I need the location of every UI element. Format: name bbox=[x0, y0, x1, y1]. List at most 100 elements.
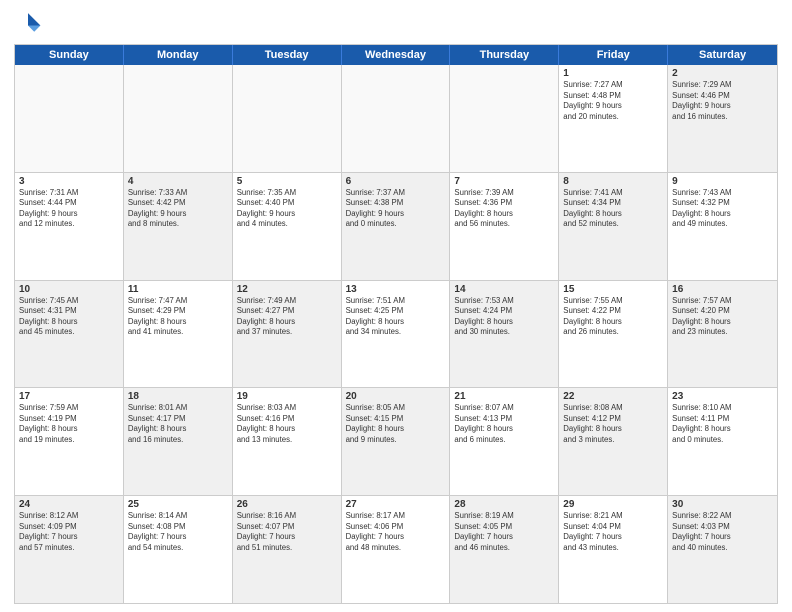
day-info: Sunrise: 7:45 AM Sunset: 4:31 PM Dayligh… bbox=[19, 296, 119, 338]
calendar-weekday-saturday: Saturday bbox=[668, 45, 777, 65]
calendar-day-24: 24Sunrise: 8:12 AM Sunset: 4:09 PM Dayli… bbox=[15, 496, 124, 603]
calendar-row-4: 24Sunrise: 8:12 AM Sunset: 4:09 PM Dayli… bbox=[15, 496, 777, 603]
calendar-empty-cell bbox=[124, 65, 233, 172]
day-info: Sunrise: 7:43 AM Sunset: 4:32 PM Dayligh… bbox=[672, 188, 773, 230]
calendar-empty-cell bbox=[450, 65, 559, 172]
calendar-row-1: 3Sunrise: 7:31 AM Sunset: 4:44 PM Daylig… bbox=[15, 173, 777, 281]
day-info: Sunrise: 8:19 AM Sunset: 4:05 PM Dayligh… bbox=[454, 511, 554, 553]
calendar-day-9: 9Sunrise: 7:43 AM Sunset: 4:32 PM Daylig… bbox=[668, 173, 777, 280]
calendar-weekday-monday: Monday bbox=[124, 45, 233, 65]
calendar-day-23: 23Sunrise: 8:10 AM Sunset: 4:11 PM Dayli… bbox=[668, 388, 777, 495]
day-number: 26 bbox=[237, 499, 337, 510]
calendar-day-14: 14Sunrise: 7:53 AM Sunset: 4:24 PM Dayli… bbox=[450, 281, 559, 388]
day-info: Sunrise: 7:31 AM Sunset: 4:44 PM Dayligh… bbox=[19, 188, 119, 230]
day-number: 16 bbox=[672, 284, 773, 295]
calendar-weekday-friday: Friday bbox=[559, 45, 668, 65]
day-info: Sunrise: 8:22 AM Sunset: 4:03 PM Dayligh… bbox=[672, 511, 773, 553]
day-info: Sunrise: 8:01 AM Sunset: 4:17 PM Dayligh… bbox=[128, 403, 228, 445]
top-section bbox=[14, 10, 778, 38]
day-info: Sunrise: 8:05 AM Sunset: 4:15 PM Dayligh… bbox=[346, 403, 446, 445]
day-number: 14 bbox=[454, 284, 554, 295]
calendar-day-8: 8Sunrise: 7:41 AM Sunset: 4:34 PM Daylig… bbox=[559, 173, 668, 280]
calendar-empty-cell bbox=[233, 65, 342, 172]
day-number: 5 bbox=[237, 176, 337, 187]
day-number: 29 bbox=[563, 499, 663, 510]
day-number: 1 bbox=[563, 68, 663, 79]
day-number: 8 bbox=[563, 176, 663, 187]
day-info: Sunrise: 8:10 AM Sunset: 4:11 PM Dayligh… bbox=[672, 403, 773, 445]
day-info: Sunrise: 7:59 AM Sunset: 4:19 PM Dayligh… bbox=[19, 403, 119, 445]
day-info: Sunrise: 7:41 AM Sunset: 4:34 PM Dayligh… bbox=[563, 188, 663, 230]
day-info: Sunrise: 8:14 AM Sunset: 4:08 PM Dayligh… bbox=[128, 511, 228, 553]
day-info: Sunrise: 7:29 AM Sunset: 4:46 PM Dayligh… bbox=[672, 80, 773, 122]
calendar-day-30: 30Sunrise: 8:22 AM Sunset: 4:03 PM Dayli… bbox=[668, 496, 777, 603]
day-number: 25 bbox=[128, 499, 228, 510]
calendar-row-3: 17Sunrise: 7:59 AM Sunset: 4:19 PM Dayli… bbox=[15, 388, 777, 496]
calendar-day-19: 19Sunrise: 8:03 AM Sunset: 4:16 PM Dayli… bbox=[233, 388, 342, 495]
calendar-day-7: 7Sunrise: 7:39 AM Sunset: 4:36 PM Daylig… bbox=[450, 173, 559, 280]
day-number: 7 bbox=[454, 176, 554, 187]
calendar-day-3: 3Sunrise: 7:31 AM Sunset: 4:44 PM Daylig… bbox=[15, 173, 124, 280]
day-number: 18 bbox=[128, 391, 228, 402]
day-number: 17 bbox=[19, 391, 119, 402]
day-number: 2 bbox=[672, 68, 773, 79]
day-info: Sunrise: 7:37 AM Sunset: 4:38 PM Dayligh… bbox=[346, 188, 446, 230]
calendar-row-0: 1Sunrise: 7:27 AM Sunset: 4:48 PM Daylig… bbox=[15, 65, 777, 173]
calendar-day-15: 15Sunrise: 7:55 AM Sunset: 4:22 PM Dayli… bbox=[559, 281, 668, 388]
day-number: 20 bbox=[346, 391, 446, 402]
day-number: 23 bbox=[672, 391, 773, 402]
day-info: Sunrise: 7:47 AM Sunset: 4:29 PM Dayligh… bbox=[128, 296, 228, 338]
calendar-day-18: 18Sunrise: 8:01 AM Sunset: 4:17 PM Dayli… bbox=[124, 388, 233, 495]
calendar-day-16: 16Sunrise: 7:57 AM Sunset: 4:20 PM Dayli… bbox=[668, 281, 777, 388]
day-number: 12 bbox=[237, 284, 337, 295]
calendar-body: 1Sunrise: 7:27 AM Sunset: 4:48 PM Daylig… bbox=[15, 65, 777, 603]
calendar-day-25: 25Sunrise: 8:14 AM Sunset: 4:08 PM Dayli… bbox=[124, 496, 233, 603]
day-number: 19 bbox=[237, 391, 337, 402]
day-info: Sunrise: 7:39 AM Sunset: 4:36 PM Dayligh… bbox=[454, 188, 554, 230]
day-info: Sunrise: 8:16 AM Sunset: 4:07 PM Dayligh… bbox=[237, 511, 337, 553]
calendar-weekday-sunday: Sunday bbox=[15, 45, 124, 65]
day-info: Sunrise: 7:53 AM Sunset: 4:24 PM Dayligh… bbox=[454, 296, 554, 338]
day-info: Sunrise: 7:51 AM Sunset: 4:25 PM Dayligh… bbox=[346, 296, 446, 338]
page: SundayMondayTuesdayWednesdayThursdayFrid… bbox=[0, 0, 792, 612]
day-info: Sunrise: 8:03 AM Sunset: 4:16 PM Dayligh… bbox=[237, 403, 337, 445]
calendar-day-21: 21Sunrise: 8:07 AM Sunset: 4:13 PM Dayli… bbox=[450, 388, 559, 495]
day-info: Sunrise: 7:33 AM Sunset: 4:42 PM Dayligh… bbox=[128, 188, 228, 230]
calendar-day-6: 6Sunrise: 7:37 AM Sunset: 4:38 PM Daylig… bbox=[342, 173, 451, 280]
day-number: 30 bbox=[672, 499, 773, 510]
day-number: 6 bbox=[346, 176, 446, 187]
logo-icon bbox=[14, 10, 42, 38]
day-number: 15 bbox=[563, 284, 663, 295]
day-info: Sunrise: 8:07 AM Sunset: 4:13 PM Dayligh… bbox=[454, 403, 554, 445]
calendar-day-29: 29Sunrise: 8:21 AM Sunset: 4:04 PM Dayli… bbox=[559, 496, 668, 603]
day-info: Sunrise: 8:21 AM Sunset: 4:04 PM Dayligh… bbox=[563, 511, 663, 553]
day-info: Sunrise: 7:35 AM Sunset: 4:40 PM Dayligh… bbox=[237, 188, 337, 230]
calendar-day-10: 10Sunrise: 7:45 AM Sunset: 4:31 PM Dayli… bbox=[15, 281, 124, 388]
day-number: 27 bbox=[346, 499, 446, 510]
day-info: Sunrise: 8:08 AM Sunset: 4:12 PM Dayligh… bbox=[563, 403, 663, 445]
day-number: 22 bbox=[563, 391, 663, 402]
day-number: 4 bbox=[128, 176, 228, 187]
calendar-day-5: 5Sunrise: 7:35 AM Sunset: 4:40 PM Daylig… bbox=[233, 173, 342, 280]
calendar: SundayMondayTuesdayWednesdayThursdayFrid… bbox=[14, 44, 778, 604]
calendar-day-4: 4Sunrise: 7:33 AM Sunset: 4:42 PM Daylig… bbox=[124, 173, 233, 280]
calendar-day-1: 1Sunrise: 7:27 AM Sunset: 4:48 PM Daylig… bbox=[559, 65, 668, 172]
calendar-header: SundayMondayTuesdayWednesdayThursdayFrid… bbox=[15, 45, 777, 65]
day-info: Sunrise: 7:55 AM Sunset: 4:22 PM Dayligh… bbox=[563, 296, 663, 338]
day-number: 13 bbox=[346, 284, 446, 295]
calendar-day-26: 26Sunrise: 8:16 AM Sunset: 4:07 PM Dayli… bbox=[233, 496, 342, 603]
calendar-weekday-wednesday: Wednesday bbox=[342, 45, 451, 65]
day-number: 24 bbox=[19, 499, 119, 510]
day-number: 11 bbox=[128, 284, 228, 295]
calendar-day-12: 12Sunrise: 7:49 AM Sunset: 4:27 PM Dayli… bbox=[233, 281, 342, 388]
day-number: 10 bbox=[19, 284, 119, 295]
calendar-weekday-tuesday: Tuesday bbox=[233, 45, 342, 65]
calendar-day-28: 28Sunrise: 8:19 AM Sunset: 4:05 PM Dayli… bbox=[450, 496, 559, 603]
calendar-day-11: 11Sunrise: 7:47 AM Sunset: 4:29 PM Dayli… bbox=[124, 281, 233, 388]
day-info: Sunrise: 7:57 AM Sunset: 4:20 PM Dayligh… bbox=[672, 296, 773, 338]
calendar-weekday-thursday: Thursday bbox=[450, 45, 559, 65]
calendar-day-20: 20Sunrise: 8:05 AM Sunset: 4:15 PM Dayli… bbox=[342, 388, 451, 495]
logo bbox=[14, 10, 46, 38]
day-number: 21 bbox=[454, 391, 554, 402]
calendar-day-2: 2Sunrise: 7:29 AM Sunset: 4:46 PM Daylig… bbox=[668, 65, 777, 172]
